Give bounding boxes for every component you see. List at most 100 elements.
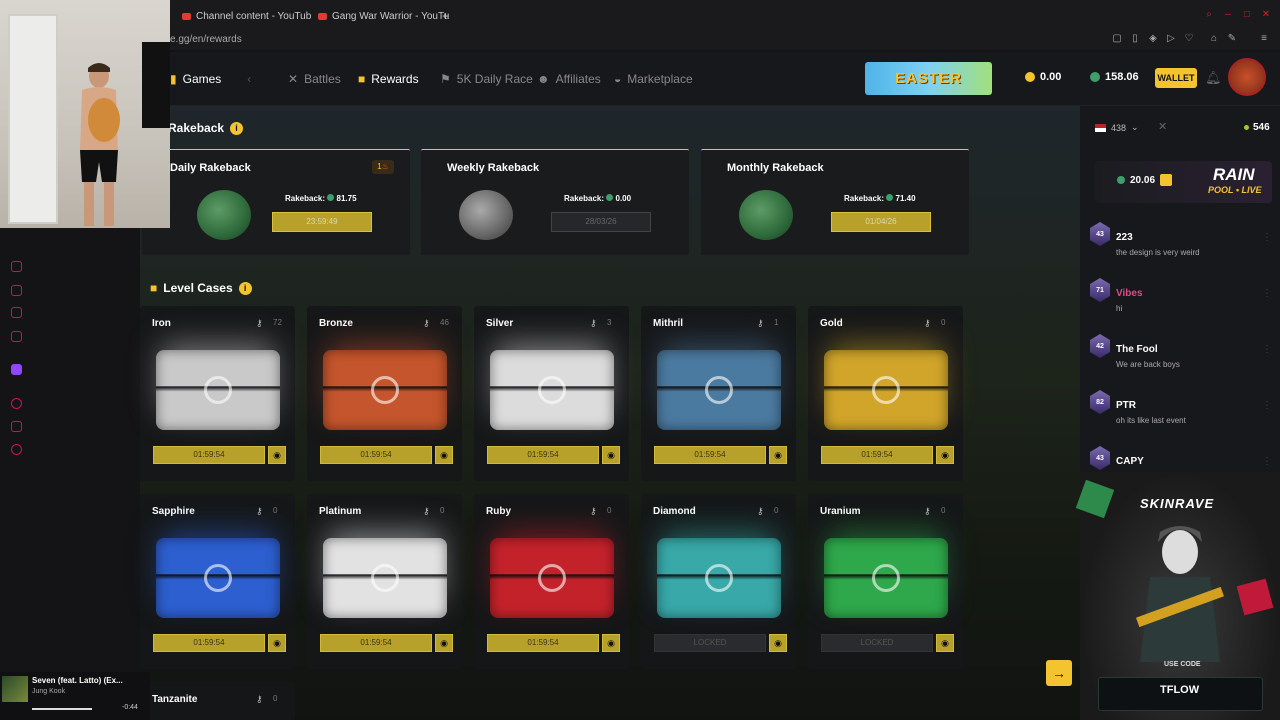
more-icon[interactable]: ⋮ bbox=[1262, 288, 1272, 299]
browser-tab[interactable]: Channel content - YouTub bbox=[182, 6, 311, 26]
case-timer-button[interactable]: 01:59:54 bbox=[487, 446, 599, 464]
play-icon[interactable]: ▷ bbox=[1165, 33, 1177, 45]
browser-tab-bar: Channel content - YouTub Gang War Warrio… bbox=[170, 0, 1280, 30]
progress-bar[interactable] bbox=[32, 708, 92, 710]
extension-icon[interactable]: ▢ bbox=[1111, 33, 1123, 45]
info-icon[interactable]: i bbox=[238, 281, 252, 295]
eye-icon[interactable]: ◉ bbox=[769, 446, 787, 464]
username[interactable]: CAPY bbox=[1116, 456, 1144, 467]
address-bar[interactable]: e.gg/en/rewards ▢ ▯ ◈ ▷ ♡ ⌂ ✎ ≡ bbox=[170, 30, 1280, 50]
case-card-gold[interactable]: Gold ⚷ 0 01:59:54 ◉ bbox=[808, 306, 963, 481]
case-timer-button[interactable]: 01:59:54 bbox=[153, 446, 265, 464]
case-card-diamond[interactable]: Diamond ⚷ 0 LOCKED ◉ bbox=[641, 494, 796, 669]
username[interactable]: PTR bbox=[1116, 400, 1136, 411]
online-count[interactable]: 438 ⌄ bbox=[1095, 122, 1139, 133]
ai-icon[interactable]: ✎ bbox=[1226, 33, 1238, 45]
sidebar-icon[interactable] bbox=[11, 261, 22, 272]
sidebar-icon[interactable] bbox=[11, 285, 22, 296]
user-avatar[interactable] bbox=[1228, 58, 1266, 96]
case-timer-button[interactable]: 01:59:54 bbox=[320, 634, 432, 652]
chest-icon bbox=[490, 538, 614, 618]
settings-icon[interactable] bbox=[11, 444, 22, 455]
games-menu[interactable]: ▮ Games ‹ bbox=[170, 72, 251, 86]
eye-icon[interactable]: ◉ bbox=[435, 446, 453, 464]
chevron-left-icon[interactable]: ‹ bbox=[247, 72, 251, 86]
eye-icon[interactable]: ◉ bbox=[268, 634, 286, 652]
key-count: 0 bbox=[607, 506, 612, 515]
info-icon[interactable]: i bbox=[230, 121, 244, 135]
easter-event-banner[interactable]: EASTER bbox=[865, 62, 992, 95]
mute-icon[interactable]: ✕ bbox=[1158, 120, 1167, 133]
sidebar-icon[interactable] bbox=[11, 331, 22, 342]
case-card-sapphire[interactable]: Sapphire ⚷ 0 01:59:54 ◉ bbox=[140, 494, 295, 669]
arrow-right-icon[interactable]: → bbox=[1046, 660, 1072, 686]
more-icon[interactable]: ⋮ bbox=[1262, 400, 1272, 411]
browser-tab[interactable]: Gang War Warrior - YouTu bbox=[318, 6, 449, 26]
claim-button[interactable]: 01/04/26 bbox=[831, 212, 931, 232]
url-text[interactable]: e.gg/en/rewards bbox=[170, 34, 242, 45]
eye-icon[interactable]: ◉ bbox=[435, 634, 453, 652]
eye-icon[interactable]: ◉ bbox=[602, 634, 620, 652]
case-timer-button[interactable]: 01:59:54 bbox=[654, 446, 766, 464]
case-timer-button[interactable]: 01:59:54 bbox=[487, 634, 599, 652]
username[interactable]: Vibes bbox=[1116, 288, 1143, 299]
sidebar-icon[interactable] bbox=[11, 398, 22, 409]
more-icon[interactable]: ⋮ bbox=[1262, 456, 1272, 467]
minimize-icon[interactable]: – bbox=[1222, 9, 1234, 21]
case-card-tanzanite[interactable]: Tanzanite ⚷ 0 bbox=[140, 682, 295, 720]
heart-icon[interactable]: ♡ bbox=[1183, 33, 1195, 45]
close-icon[interactable]: ✕ bbox=[1260, 9, 1272, 21]
search-icon[interactable]: ⌕ bbox=[1203, 9, 1215, 21]
gift-icon bbox=[1236, 578, 1274, 616]
shield-icon[interactable]: ◈ bbox=[1147, 33, 1159, 45]
album-art bbox=[2, 676, 28, 702]
case-timer-button[interactable]: 01:59:54 bbox=[320, 446, 432, 464]
case-card-platinum[interactable]: Platinum ⚷ 0 01:59:54 ◉ bbox=[307, 494, 462, 669]
nav-battles[interactable]: ✕ Battles bbox=[288, 72, 341, 86]
case-card-uranium[interactable]: Uranium ⚷ 0 LOCKED ◉ bbox=[808, 494, 963, 669]
rain-pool-banner[interactable]: 20.06 RAIN POOL • LIVE bbox=[1095, 161, 1272, 203]
case-timer-button[interactable]: LOCKED bbox=[654, 634, 766, 652]
eye-icon[interactable]: ◉ bbox=[936, 446, 954, 464]
wallet-button[interactable]: WALLET bbox=[1155, 68, 1197, 88]
nav-rewards[interactable]: ■ Rewards bbox=[358, 72, 419, 86]
more-icon[interactable]: ⋮ bbox=[1262, 232, 1272, 243]
bookmark-icon[interactable]: ▯ bbox=[1129, 33, 1141, 45]
skinrave-promo[interactable]: SKINRAVE USE CODE TFLOW bbox=[1075, 472, 1280, 720]
lock-icon[interactable]: ⌂ bbox=[1208, 33, 1220, 45]
level-badge[interactable]: 43 bbox=[1090, 446, 1110, 470]
bell-icon[interactable]: 🔔︎ bbox=[1205, 70, 1222, 86]
case-card-ruby[interactable]: Ruby ⚷ 0 01:59:54 ◉ bbox=[474, 494, 629, 669]
more-icon[interactable]: ⋮ bbox=[1262, 344, 1272, 355]
level-badge[interactable]: 43 bbox=[1090, 222, 1110, 246]
case-card-bronze[interactable]: Bronze ⚷ 46 01:59:54 ◉ bbox=[307, 306, 462, 481]
nav-marketplace[interactable]: ◒ Marketplace bbox=[614, 72, 693, 86]
claim-button[interactable]: 28/03/26 bbox=[551, 212, 651, 232]
level-badge[interactable]: 82 bbox=[1090, 390, 1110, 414]
case-name: Gold bbox=[820, 318, 843, 329]
case-timer-button[interactable]: 01:59:54 bbox=[153, 634, 265, 652]
eye-icon[interactable]: ◉ bbox=[602, 446, 620, 464]
twitch-icon[interactable] bbox=[11, 364, 22, 375]
eye-icon[interactable]: ◉ bbox=[268, 446, 286, 464]
claim-button[interactable]: 23:59:49 bbox=[272, 212, 372, 232]
case-card-mithril[interactable]: Mithril ⚷ 1 01:59:54 ◉ bbox=[641, 306, 796, 481]
menu-icon[interactable]: ≡ bbox=[1258, 33, 1270, 45]
sidebar-icon[interactable] bbox=[11, 421, 22, 432]
case-name: Uranium bbox=[820, 506, 861, 517]
eye-icon[interactable]: ◉ bbox=[769, 634, 787, 652]
new-tab-button[interactable]: + bbox=[442, 6, 449, 26]
case-timer-button[interactable]: LOCKED bbox=[821, 634, 933, 652]
level-badge[interactable]: 42 bbox=[1090, 334, 1110, 358]
sidebar-icon[interactable] bbox=[11, 307, 22, 318]
case-card-silver[interactable]: Silver ⚷ 3 01:59:54 ◉ bbox=[474, 306, 629, 481]
case-card-iron[interactable]: Iron ⚷ 72 01:59:54 ◉ bbox=[140, 306, 295, 481]
username[interactable]: 223 bbox=[1116, 232, 1133, 243]
case-timer-button[interactable]: 01:59:54 bbox=[821, 446, 933, 464]
maximize-icon[interactable]: □ bbox=[1241, 9, 1253, 21]
username[interactable]: The Fool bbox=[1116, 344, 1158, 355]
level-badge[interactable]: 71 bbox=[1090, 278, 1110, 302]
nav-daily-race[interactable]: ⚑ 5K Daily Race bbox=[440, 72, 533, 86]
nav-affiliates[interactable]: ☻ Affiliates bbox=[537, 72, 601, 86]
eye-icon[interactable]: ◉ bbox=[936, 634, 954, 652]
